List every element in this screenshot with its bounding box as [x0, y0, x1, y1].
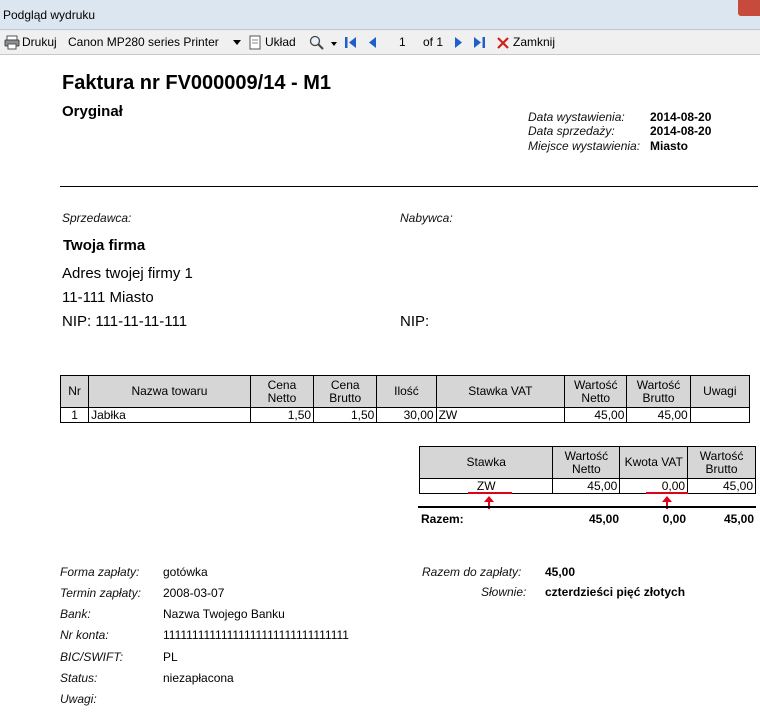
status-label: Status: [60, 671, 98, 685]
item-name: Jabłka [88, 407, 251, 423]
issue-date-value: 2014-08-20 [650, 110, 712, 124]
buyer-label: Nabywca: [400, 211, 453, 225]
layout-button[interactable]: Układ [265, 35, 296, 50]
close-preview-button[interactable]: Zamknij [513, 35, 555, 50]
seller-address: Adres twojej firmy 1 [62, 265, 193, 282]
print-preview-toolbar: Drukuj Canon MP280 series Printer Układ … [0, 30, 760, 55]
to-pay-label: Razem do zapłaty: [422, 565, 522, 579]
payment-due-value: 2008-03-07 [163, 586, 225, 600]
payment-method-value: gotówka [163, 565, 208, 579]
item-gross-value: 45,00 [626, 407, 691, 423]
page-setup-icon[interactable] [248, 35, 262, 50]
bank-label: Bank: [60, 607, 91, 621]
invoice-title: Faktura nr FV000009/14 - M1 [62, 72, 332, 94]
item-gross-price: 1,50 [313, 407, 378, 423]
dropdown-arrow-icon[interactable] [233, 40, 241, 45]
totals-gross: 45,00 [723, 512, 754, 526]
copy-label: Oryginał [62, 103, 123, 120]
vat-header-row: Stawka Wartość Netto Kwota VAT Wartość B… [418, 446, 756, 479]
seller-city: 11-111 Miasto [62, 289, 154, 306]
vat-col-rate: Stawka [418, 446, 554, 479]
next-page-icon[interactable] [452, 35, 464, 50]
seller-name: Twoja firma [63, 237, 146, 254]
notes-label: Uwagi: [60, 692, 97, 706]
print-button[interactable]: Drukuj [22, 35, 57, 50]
window-close-button[interactable] [738, 0, 760, 16]
items-header-row: Nr Nazwa towaru Cena Netto Cena Brutto I… [59, 375, 751, 408]
in-words-value: czterdzieści pięć złotych [545, 585, 686, 599]
swift-value: PL [163, 650, 178, 664]
account-value: 11111111111111111111111111111111 [163, 628, 349, 642]
window-title: Podgląd wydruku [3, 8, 96, 22]
vat-net: 45,00 [552, 478, 621, 494]
zoom-dropdown-icon[interactable] [331, 42, 337, 46]
sale-date-value: 2014-08-20 [650, 124, 712, 138]
col-header-nr: Nr [59, 375, 90, 408]
item-vat-rate: ZW [435, 407, 566, 423]
table-row: 1 Jabłka 1,50 1,50 30,00 ZW 45,00 45,00 [59, 407, 751, 423]
printer-icon[interactable] [4, 35, 20, 50]
swift-label: BIC/SWIFT: [60, 650, 124, 664]
to-pay-value: 45,00 [545, 565, 576, 579]
page-number-input[interactable]: 1 [399, 35, 406, 50]
totals-net: 45,00 [588, 512, 619, 526]
totals-divider [418, 506, 756, 508]
zoom-icon[interactable] [309, 35, 325, 50]
item-qty: 30,00 [376, 407, 437, 423]
col-header-notes: Uwagi [689, 375, 751, 408]
issue-place-value: Miasto [650, 139, 689, 153]
vat-col-gross: Wartość Brutto [687, 446, 756, 479]
item-nr: 1 [59, 407, 90, 423]
prev-page-icon[interactable] [367, 35, 379, 50]
invoice-page: Faktura nr FV000009/14 - M1 Oryginał Dat… [0, 55, 760, 724]
in-words-label: Słownie: [481, 585, 527, 599]
payment-due-label: Termin zapłaty: [60, 586, 141, 600]
header-divider [60, 186, 758, 187]
payment-method-label: Forma zapłaty: [60, 565, 140, 579]
annotation-arrow-rate-icon [468, 492, 512, 509]
item-notes [689, 407, 751, 423]
vat-col-net: Wartość Netto [552, 446, 621, 479]
col-header-net-value: Wartość Netto [564, 375, 628, 408]
printer-select[interactable]: Canon MP280 series Printer [68, 35, 219, 50]
buyer-nip: NIP: [400, 313, 430, 330]
close-icon[interactable] [497, 37, 509, 49]
col-header-gross-value: Wartość Brutto [626, 375, 691, 408]
page-count: of 1 [423, 35, 444, 49]
col-header-qty: Ilość [376, 375, 437, 408]
seller-label: Sprzedawca: [62, 211, 132, 225]
totals-vat: 0,00 [662, 512, 686, 526]
vat-col-vat: Kwota VAT [619, 446, 689, 479]
first-page-icon[interactable] [344, 35, 358, 50]
sale-date-label: Data sprzedaży: [528, 124, 615, 138]
totals-label: Razem: [421, 512, 464, 526]
seller-nip: NIP: 111-11-11-111 [62, 313, 188, 330]
col-header-vat-rate: Stawka VAT [435, 375, 566, 408]
issue-date-label: Data wystawienia: [528, 110, 625, 124]
account-label: Nr konta: [60, 628, 109, 642]
items-table: Nr Nazwa towaru Cena Netto Cena Brutto I… [59, 375, 751, 423]
vat-summary-table: Stawka Wartość Netto Kwota VAT Wartość B… [418, 446, 756, 494]
col-header-gross-price: Cena Brutto [313, 375, 378, 408]
last-page-icon[interactable] [472, 35, 486, 50]
item-net-value: 45,00 [564, 407, 628, 423]
status-value: niezapłacona [163, 671, 234, 685]
item-net-price: 1,50 [249, 407, 315, 423]
bank-value: Nazwa Twojego Banku [163, 607, 285, 621]
col-header-net-price: Cena Netto [249, 375, 315, 408]
annotation-arrow-vat-icon [646, 492, 688, 509]
issue-place-label: Miejsce wystawienia: [528, 139, 641, 153]
col-header-name: Nazwa towaru [88, 375, 251, 408]
window-titlebar: Podgląd wydruku [0, 0, 760, 30]
